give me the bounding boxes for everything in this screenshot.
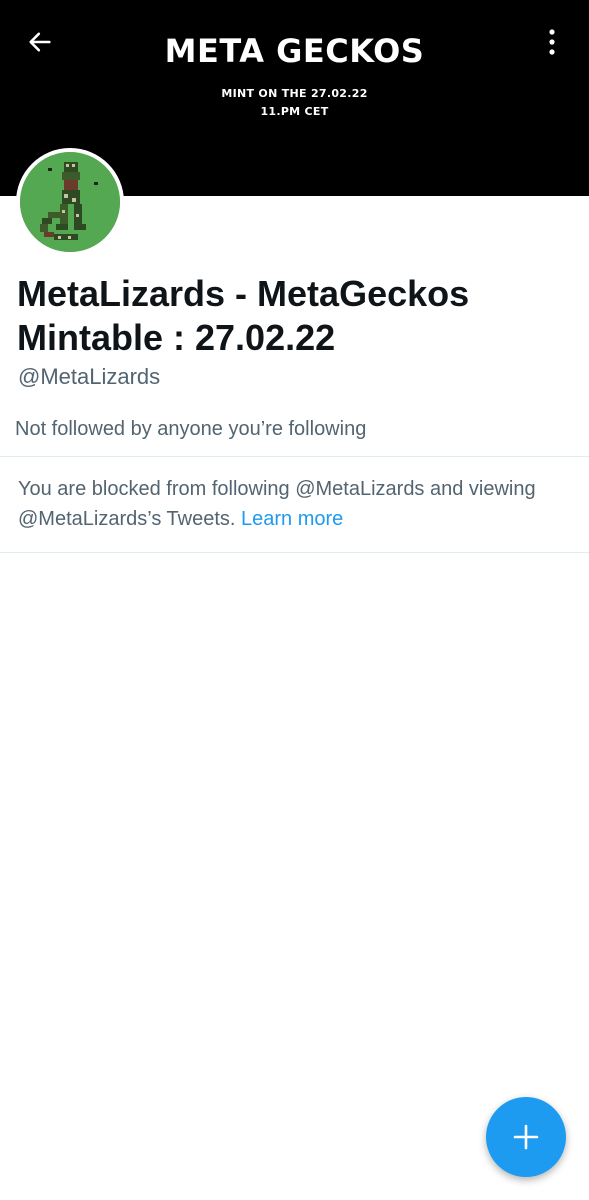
banner-subtitle-line1: MINT ON THE 27.02.22 bbox=[221, 87, 368, 100]
learn-more-link[interactable]: Learn more bbox=[241, 508, 343, 530]
more-options-button[interactable] bbox=[534, 24, 570, 60]
profile-avatar[interactable] bbox=[16, 148, 124, 256]
compose-tweet-button[interactable] bbox=[486, 1097, 566, 1177]
banner-subtitle-line2: 11.PM CET bbox=[260, 105, 329, 118]
banner-title: META GECKOS bbox=[164, 32, 425, 70]
more-vertical-icon bbox=[549, 29, 555, 55]
divider bbox=[0, 456, 589, 457]
display-name-line2: Mintable : 27.02.22 bbox=[17, 317, 336, 358]
banner-subtitle: MINT ON THE 27.02.22 11.PM CET bbox=[0, 85, 589, 121]
gecko-avatar bbox=[20, 152, 120, 252]
blocked-notice: You are blocked from following @MetaLiza… bbox=[18, 474, 574, 534]
gecko-image bbox=[20, 152, 120, 252]
divider bbox=[0, 552, 589, 553]
profile-handle: @MetaLizards bbox=[18, 364, 161, 389]
profile-display-name: MetaLizards - MetaGeckos Mintable : 27.0… bbox=[17, 272, 577, 360]
followed-by-text: Not followed by anyone you’re following bbox=[15, 418, 367, 440]
display-name-line1: MetaLizards - MetaGeckos bbox=[17, 273, 470, 314]
plus-icon bbox=[513, 1124, 539, 1150]
